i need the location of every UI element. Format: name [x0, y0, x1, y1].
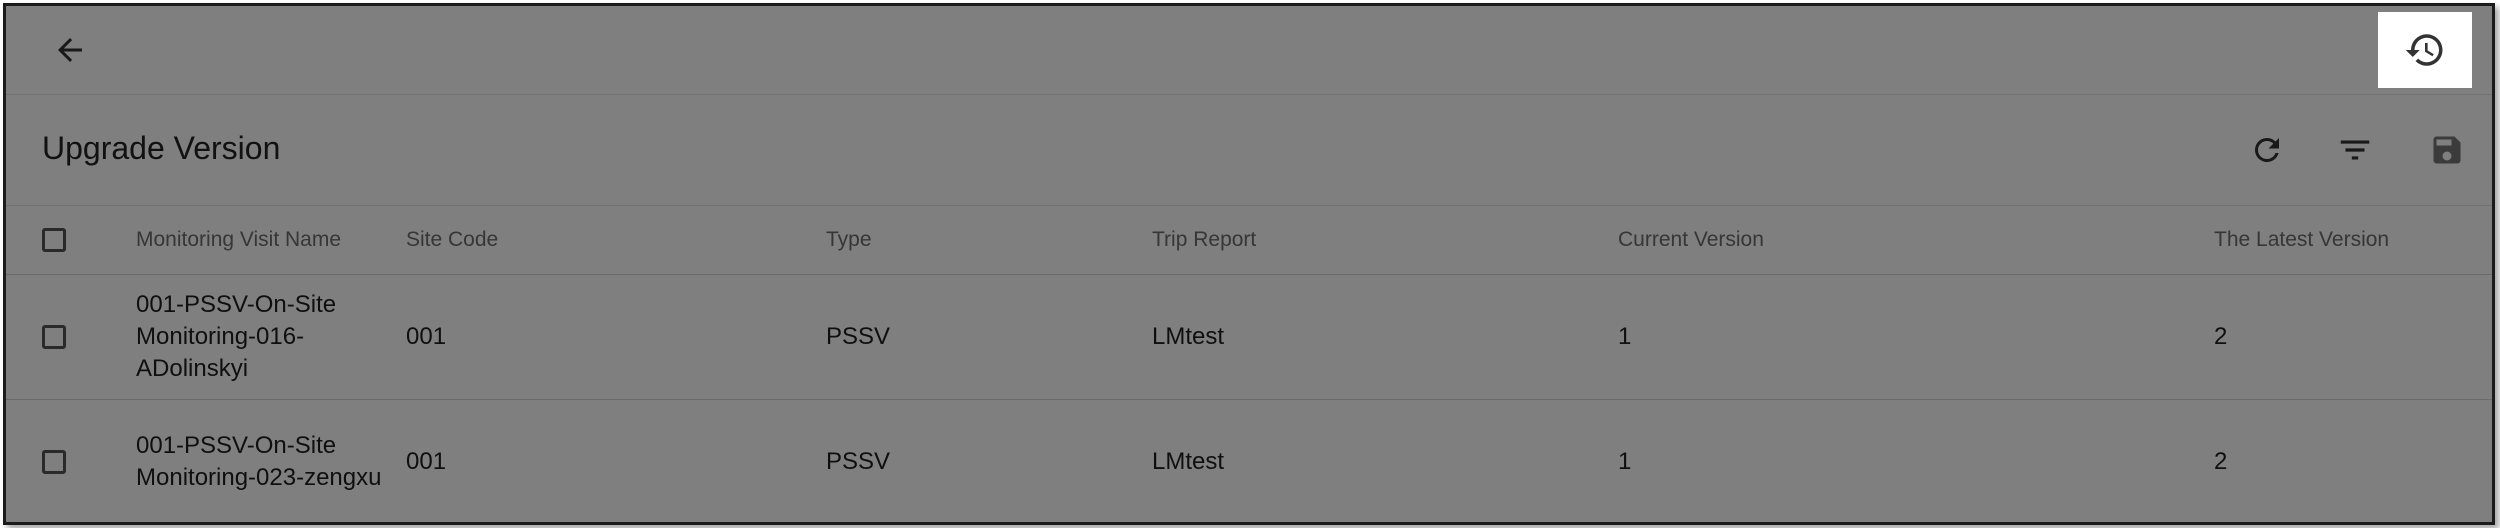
column-header-site-code[interactable]: Site Code: [406, 206, 498, 274]
select-all-checkbox[interactable]: [42, 228, 66, 252]
trip-report-cell: LMtest: [1152, 323, 1225, 350]
current-version-cell: 1: [1618, 323, 1632, 350]
row-select-cell: [42, 400, 66, 522]
row-checkbox[interactable]: [42, 325, 66, 349]
table-row[interactable]: 001-PSSV-On-Site Monitoring-023-zengxu 0…: [6, 400, 2492, 522]
refresh-icon: [2254, 137, 2279, 162]
site-code-cell: 001: [406, 323, 447, 350]
filter-icon: [2340, 140, 2370, 160]
panel-header: Upgrade Version: [6, 95, 2492, 206]
type-cell: PSSV: [826, 448, 891, 475]
row-select-cell: [42, 275, 66, 399]
top-bar: [6, 6, 2492, 95]
latest-version-cell: 2: [2214, 448, 2228, 475]
row-checkbox[interactable]: [42, 450, 66, 474]
history-button[interactable]: [2378, 12, 2472, 88]
back-button[interactable]: [46, 26, 94, 74]
history-icon: [2405, 34, 2443, 66]
current-version-cell: 1: [1618, 448, 1632, 475]
arrow-left-icon: [58, 38, 82, 62]
upgrade-version-window: Upgrade Version Monitoring Visit Name Si…: [3, 3, 2495, 525]
table-header: Monitoring Visit Name Site Code Type Tri…: [6, 206, 2492, 275]
filter-button[interactable]: [2330, 125, 2380, 175]
visit-name-cell: 001-PSSV-On-Site Monitoring-023-zengxu: [136, 432, 382, 491]
trip-report-cell: LMtest: [1152, 448, 1225, 475]
column-header-latest-version[interactable]: The Latest Version: [2214, 206, 2389, 274]
select-all-cell: [42, 206, 66, 274]
column-header-visit-name[interactable]: Monitoring Visit Name: [136, 206, 386, 274]
latest-version-cell: 2: [2214, 323, 2228, 350]
table-row[interactable]: 001-PSSV-On-Site Monitoring-016-ADolinsk…: [6, 275, 2492, 400]
refresh-button[interactable]: [2242, 125, 2292, 175]
column-header-trip-report[interactable]: Trip Report: [1152, 206, 1256, 274]
type-cell: PSSV: [826, 323, 891, 350]
save-icon: [2433, 136, 2461, 164]
column-header-current-version[interactable]: Current Version: [1618, 206, 1764, 274]
site-code-cell: 001: [406, 448, 447, 475]
visit-name-cell: 001-PSSV-On-Site Monitoring-016-ADolinsk…: [136, 291, 337, 382]
save-button[interactable]: [2422, 125, 2472, 175]
page-title: Upgrade Version: [42, 130, 281, 166]
column-header-type[interactable]: Type: [826, 206, 872, 274]
